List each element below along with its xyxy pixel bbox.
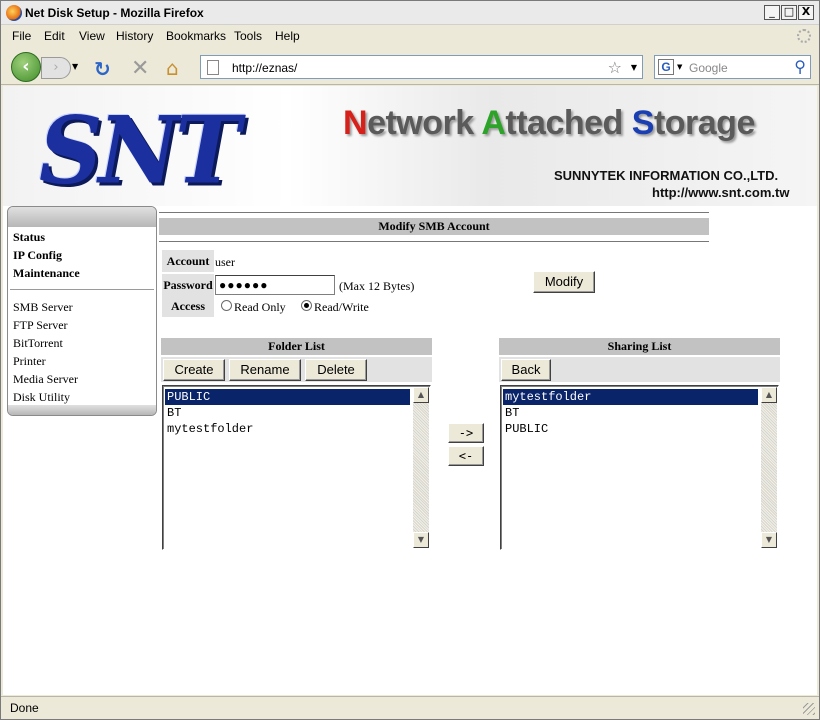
page-icon bbox=[207, 60, 219, 75]
sharing-list-toolbar: Back bbox=[499, 357, 780, 382]
url-dropdown-icon[interactable]: ▼ bbox=[631, 63, 637, 72]
sidebar-header bbox=[8, 207, 156, 227]
status-bar: Done bbox=[1, 696, 819, 719]
delete-button[interactable]: Delete bbox=[305, 359, 367, 381]
sidebar-item-status[interactable]: Status bbox=[13, 230, 45, 245]
menu-bookmarks[interactable]: Bookmarks bbox=[166, 29, 226, 43]
minimize-button[interactable]: _ bbox=[764, 5, 780, 20]
nas-title-part: S bbox=[631, 104, 655, 142]
forward-button[interactable]: › bbox=[41, 57, 71, 79]
firefox-icon bbox=[6, 5, 22, 21]
nas-title-part: etwork bbox=[367, 104, 482, 142]
menu-file[interactable]: File bbox=[12, 29, 31, 43]
account-value: user bbox=[215, 255, 235, 269]
menu-help[interactable]: Help bbox=[275, 29, 300, 43]
nas-title-part: N bbox=[343, 104, 368, 142]
folder-list-toolbar: Create Rename Delete bbox=[161, 357, 432, 382]
modify-button[interactable]: Modify bbox=[533, 271, 595, 293]
close-button[interactable]: X bbox=[798, 5, 814, 20]
sidebar-menu: Status IP Config Maintenance SMB Server … bbox=[7, 206, 157, 416]
search-engine-icon[interactable]: G bbox=[658, 59, 674, 75]
sidebar-item-ip-config[interactable]: IP Config bbox=[13, 248, 62, 263]
sidebar-item-media-server[interactable]: Media Server bbox=[13, 372, 78, 387]
list-item[interactable]: PUBLIC bbox=[503, 421, 758, 437]
resize-grip-icon[interactable] bbox=[803, 703, 815, 715]
menu-tools[interactable]: Tools bbox=[234, 29, 262, 43]
company-name: SUNNYTEK INFORMATION CO.,LTD. bbox=[554, 168, 779, 183]
menu-history[interactable]: History bbox=[116, 29, 153, 43]
access-label: Access bbox=[162, 295, 214, 317]
browser-window: Net Disk Setup - Mozilla Firefox _ □ X F… bbox=[0, 0, 820, 720]
bookmark-star-icon[interactable]: ☆ bbox=[608, 58, 622, 77]
nas-title-part: torage bbox=[653, 104, 755, 142]
list-item[interactable]: mytestfolder bbox=[165, 421, 410, 437]
scroll-up-icon[interactable]: ▲ bbox=[761, 387, 777, 403]
sharing-list-title: Sharing List bbox=[499, 338, 780, 355]
search-engine-dropdown-icon[interactable]: ▼ bbox=[677, 63, 682, 71]
reload-icon[interactable]: ↻ bbox=[94, 57, 111, 81]
sharing-listbox[interactable]: mytestfolder BT PUBLIC ▲ ▼ bbox=[500, 385, 779, 550]
read-write-label[interactable]: Read/Write bbox=[314, 300, 369, 315]
company-website: http://www.snt.com.tw bbox=[652, 185, 790, 200]
sidebar-footer bbox=[8, 405, 156, 415]
nas-title: Network Attached Storage bbox=[343, 104, 755, 143]
read-only-radio[interactable] bbox=[221, 300, 232, 311]
throbber-icon bbox=[797, 29, 811, 43]
sidebar-item-ftp-server[interactable]: FTP Server bbox=[13, 318, 68, 333]
history-dropdown-icon[interactable]: ▼ bbox=[72, 62, 78, 71]
section-title: Modify SMB Account bbox=[159, 218, 709, 235]
sharing-list-scrollbar[interactable]: ▲ ▼ bbox=[761, 387, 777, 548]
back-page-button[interactable]: Back bbox=[501, 359, 551, 381]
header-banner: SNT Network Attached Storage SUNNYTEK IN… bbox=[3, 86, 817, 206]
create-button[interactable]: Create bbox=[163, 359, 225, 381]
scroll-down-icon[interactable]: ▼ bbox=[761, 532, 777, 548]
folder-list-title: Folder List bbox=[161, 338, 432, 355]
search-bar[interactable]: G ▼ Google ⚲ bbox=[654, 55, 811, 79]
add-to-share-button[interactable]: -> bbox=[448, 423, 484, 443]
scroll-down-icon[interactable]: ▼ bbox=[413, 532, 429, 548]
sidebar-item-disk-utility[interactable]: Disk Utility bbox=[13, 390, 70, 405]
sidebar-item-smb-server[interactable]: SMB Server bbox=[13, 300, 73, 315]
menu-view[interactable]: View bbox=[79, 29, 105, 43]
password-label: Password bbox=[162, 274, 214, 296]
window-title: Net Disk Setup - Mozilla Firefox bbox=[25, 6, 204, 20]
sidebar-item-printer[interactable]: Printer bbox=[13, 354, 46, 369]
folder-listbox[interactable]: PUBLIC BT mytestfolder ▲ ▼ bbox=[162, 385, 431, 550]
divider-top bbox=[159, 212, 709, 213]
folder-list-scrollbar[interactable]: ▲ ▼ bbox=[413, 387, 429, 548]
password-hint: (Max 12 Bytes) bbox=[339, 279, 415, 293]
menu-edit[interactable]: Edit bbox=[44, 29, 65, 43]
navigation-toolbar: › ‹ ▼ ↻ ✕ ⌂ http://eznas/ ☆ ▼ G ▼ Google… bbox=[1, 47, 819, 85]
stop-icon[interactable]: ✕ bbox=[131, 56, 149, 81]
sidebar-item-bittorrent[interactable]: BitTorrent bbox=[13, 336, 63, 351]
divider-bottom bbox=[159, 241, 709, 242]
title-bar: Net Disk Setup - Mozilla Firefox _ □ X bbox=[1, 1, 819, 25]
maximize-button[interactable]: □ bbox=[781, 5, 797, 20]
status-text: Done bbox=[10, 701, 39, 715]
search-input[interactable]: Google bbox=[689, 61, 728, 75]
address-input[interactable]: http://eznas/ bbox=[232, 61, 297, 75]
nas-title-part: ttached bbox=[505, 104, 632, 142]
scroll-up-icon[interactable]: ▲ bbox=[413, 387, 429, 403]
home-icon[interactable]: ⌂ bbox=[166, 56, 179, 80]
account-label: Account bbox=[162, 250, 214, 272]
rename-button[interactable]: Rename bbox=[229, 359, 301, 381]
read-write-radio[interactable] bbox=[301, 300, 312, 311]
menu-bar: File Edit View History Bookmarks Tools H… bbox=[1, 26, 819, 46]
list-item[interactable]: BT bbox=[165, 405, 410, 421]
read-only-label[interactable]: Read Only bbox=[234, 300, 286, 315]
nas-title-part: A bbox=[481, 104, 506, 142]
list-item[interactable]: PUBLIC bbox=[165, 389, 410, 405]
list-item[interactable]: BT bbox=[503, 405, 758, 421]
address-bar[interactable]: http://eznas/ ☆ ▼ bbox=[200, 55, 643, 79]
sidebar-divider bbox=[10, 289, 154, 290]
list-item[interactable]: mytestfolder bbox=[503, 389, 758, 405]
search-icon[interactable]: ⚲ bbox=[794, 57, 806, 76]
page-content: SNT Network Attached Storage SUNNYTEK IN… bbox=[3, 86, 817, 695]
snt-logo: SNT bbox=[39, 95, 240, 205]
sidebar-item-maintenance[interactable]: Maintenance bbox=[13, 266, 80, 281]
remove-from-share-button[interactable]: <- bbox=[448, 446, 484, 466]
password-field[interactable]: ●●●●●● bbox=[215, 275, 335, 295]
back-button[interactable]: ‹ bbox=[11, 52, 41, 82]
